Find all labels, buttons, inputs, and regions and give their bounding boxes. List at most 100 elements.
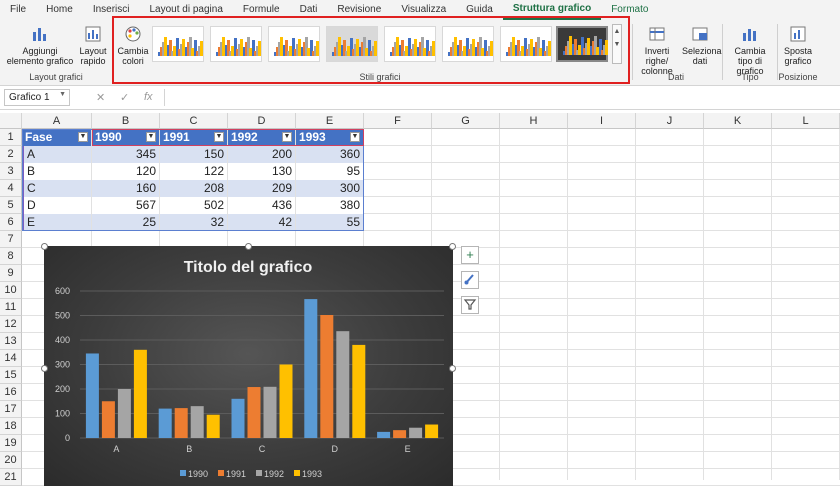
cancel-icon[interactable]: ✕ <box>96 91 105 104</box>
row-header-10[interactable]: 10 <box>0 282 22 299</box>
switch-row-column-button[interactable]: Inverti righe/ colonne <box>634 24 680 76</box>
row-header-6[interactable]: 6 <box>0 214 22 231</box>
table-cell[interactable]: 55 <box>296 214 363 231</box>
table-cell[interactable]: C <box>22 180 91 197</box>
row-header-2[interactable]: 2 <box>0 146 22 163</box>
row-header-12[interactable]: 12 <box>0 316 22 333</box>
table-cell[interactable]: 380 <box>296 197 363 214</box>
column-header-e[interactable]: E <box>296 113 364 129</box>
table-header-cell[interactable]: 1993 ▼ <box>296 129 363 146</box>
brush-icon[interactable] <box>461 271 479 289</box>
row-header-21[interactable]: 21 <box>0 469 22 486</box>
tab-home[interactable]: Home <box>36 0 83 20</box>
table-cell[interactable]: 200 <box>228 146 295 163</box>
legend-label: 1992 <box>264 469 284 479</box>
cell-text: 42 <box>278 215 292 229</box>
column-header-i[interactable]: I <box>568 113 636 129</box>
column-header-k[interactable]: K <box>704 113 772 129</box>
quick-layout-button[interactable]: Layout rapido <box>78 24 108 66</box>
row-header-16[interactable]: 16 <box>0 384 22 401</box>
table-cell[interactable]: 300 <box>296 180 363 197</box>
filter-dropdown-icon[interactable]: ▼ <box>146 132 156 142</box>
table-cell[interactable]: E <box>22 214 91 231</box>
quick-layout-icon <box>85 26 101 42</box>
row-header-19[interactable]: 19 <box>0 435 22 452</box>
row-header-20[interactable]: 20 <box>0 452 22 469</box>
cell-text: 345 <box>135 147 156 161</box>
table-cell[interactable]: D <box>22 197 91 214</box>
table-cell[interactable]: 208 <box>160 180 227 197</box>
table-header-cell[interactable]: 1992 ▼ <box>228 129 295 146</box>
legend-swatch <box>256 470 262 476</box>
legend-label: 1991 <box>226 469 246 479</box>
row-header-3[interactable]: 3 <box>0 163 22 180</box>
row-header-4[interactable]: 4 <box>0 180 22 197</box>
column-header-g[interactable]: G <box>432 113 500 129</box>
table-cell[interactable]: 436 <box>228 197 295 214</box>
column-header-b[interactable]: B <box>92 113 160 129</box>
column-header-h[interactable]: H <box>500 113 568 129</box>
table-header-cell[interactable]: 1991 ▼ <box>160 129 227 146</box>
table-cell[interactable]: A <box>22 146 91 163</box>
table-cell[interactable]: 150 <box>160 146 227 163</box>
resize-handle[interactable] <box>245 243 252 250</box>
table-header-cell[interactable]: Fase ▼ <box>22 129 91 146</box>
select-data-button[interactable]: Seleziona dati <box>682 24 722 66</box>
column-header-a[interactable]: A <box>22 113 92 129</box>
row-header-13[interactable]: 13 <box>0 333 22 350</box>
resize-handle[interactable] <box>449 243 456 250</box>
table-cell[interactable]: 42 <box>228 214 295 231</box>
row-header-18[interactable]: 18 <box>0 418 22 435</box>
table-cell[interactable]: 25 <box>92 214 159 231</box>
filter-dropdown-icon[interactable]: ▼ <box>350 132 360 142</box>
column-header-f[interactable]: F <box>364 113 432 129</box>
tab-file[interactable]: File <box>0 0 36 20</box>
chevron-down-icon[interactable]: ▼ <box>59 91 66 98</box>
resize-handle[interactable] <box>41 365 48 372</box>
table-cell[interactable]: 32 <box>160 214 227 231</box>
table-cell[interactable]: 95 <box>296 163 363 180</box>
plus-icon[interactable]: + <box>461 246 479 264</box>
row-header-9[interactable]: 9 <box>0 265 22 282</box>
resize-handle[interactable] <box>449 365 456 372</box>
table-cell[interactable]: 160 <box>92 180 159 197</box>
change-chart-type-button[interactable]: Cambia tipo di grafico <box>726 24 774 76</box>
row-header-7[interactable]: 7 <box>0 231 22 248</box>
name-box[interactable]: Grafico 1 ▼ <box>4 89 70 106</box>
filter-dropdown-icon[interactable]: ▼ <box>78 132 88 142</box>
filter-icon[interactable] <box>461 296 479 314</box>
formula-input[interactable] <box>164 89 840 106</box>
column-header-j[interactable]: J <box>636 113 704 129</box>
row-header-14[interactable]: 14 <box>0 350 22 367</box>
row-header-11[interactable]: 11 <box>0 299 22 316</box>
table-cell[interactable]: 502 <box>160 197 227 214</box>
table-cell[interactable]: 567 <box>92 197 159 214</box>
table-cell[interactable]: 345 <box>92 146 159 163</box>
table-cell[interactable]: B <box>22 163 91 180</box>
table-cell[interactable]: 120 <box>92 163 159 180</box>
row-header-1[interactable]: 1 <box>0 129 22 146</box>
column-header-d[interactable]: D <box>228 113 296 129</box>
table-cell[interactable]: 130 <box>228 163 295 180</box>
row-header-15[interactable]: 15 <box>0 367 22 384</box>
chart-object[interactable]: Titolo del grafico 0 100 200 300 400 500 600 A B C… <box>44 246 453 486</box>
table-cell[interactable]: 209 <box>228 180 295 197</box>
filter-dropdown-icon[interactable]: ▼ <box>282 132 292 142</box>
column-header-c[interactable]: C <box>160 113 228 129</box>
table-header-cell[interactable]: 1990 ▼ <box>92 129 159 146</box>
column-header-l[interactable]: L <box>772 113 840 129</box>
filter-dropdown-icon[interactable]: ▼ <box>214 132 224 142</box>
move-chart-button[interactable]: Sposta grafico <box>780 24 816 66</box>
confirm-icon[interactable]: ✓ <box>120 91 129 104</box>
row-header-17[interactable]: 17 <box>0 401 22 418</box>
cell-text: D <box>27 198 36 212</box>
function-icon[interactable]: fx <box>144 91 153 103</box>
row-header-5[interactable]: 5 <box>0 197 22 214</box>
add-chart-element-button[interactable]: Aggiungi elemento grafico <box>4 24 76 66</box>
table-cell[interactable]: 360 <box>296 146 363 163</box>
cell-text: 1993 <box>299 130 326 144</box>
resize-handle[interactable] <box>41 243 48 250</box>
table-cell[interactable]: 122 <box>160 163 227 180</box>
select-all-corner[interactable] <box>0 113 22 129</box>
row-header-8[interactable]: 8 <box>0 248 22 265</box>
